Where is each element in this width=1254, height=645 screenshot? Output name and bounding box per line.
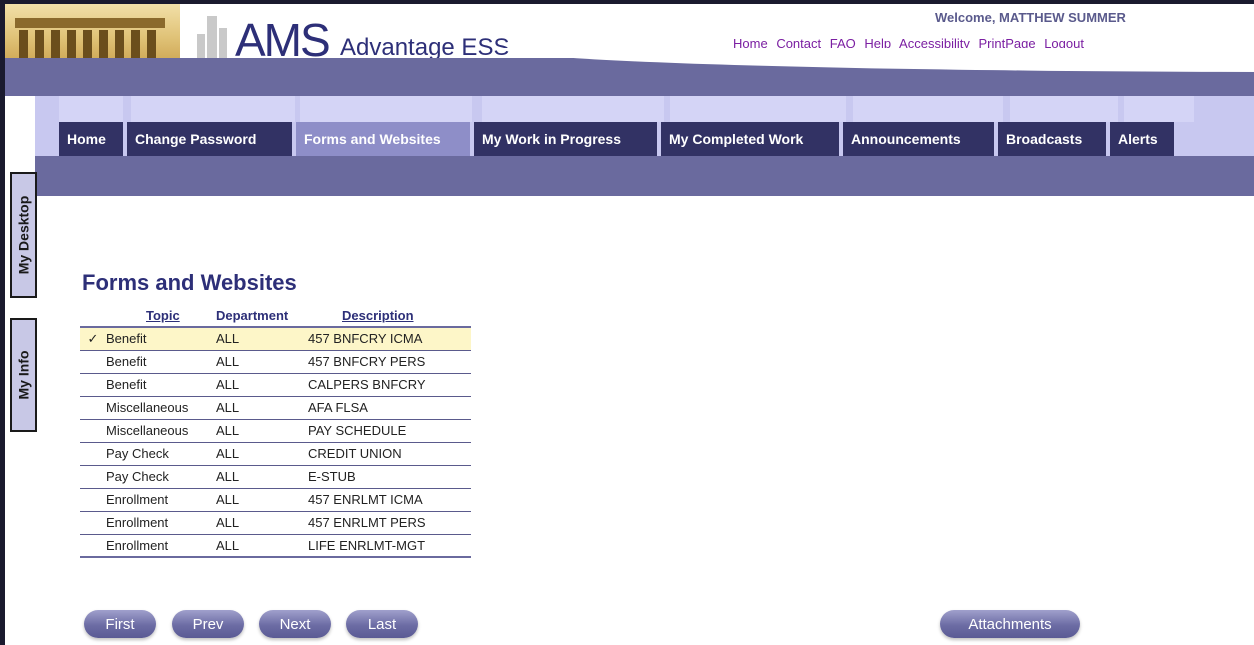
row-description: 457 ENRLMT ICMA <box>308 488 471 512</box>
row-department: ALL <box>216 511 308 535</box>
tab-broadcasts[interactable]: Broadcasts <box>998 122 1106 156</box>
tab-highlight <box>670 96 846 122</box>
welcome-message: Welcome, MATTHEW SUMMER <box>935 10 1126 25</box>
tab-highlight <box>59 96 123 122</box>
row-department: ALL <box>216 534 308 558</box>
row-topic: Benefit <box>106 350 216 374</box>
main-tabs: Home Change Password Forms and Websites … <box>59 122 1178 156</box>
last-button[interactable]: Last <box>346 610 418 638</box>
row-department: ALL <box>216 396 308 420</box>
row-department: ALL <box>216 327 308 351</box>
row-check-icon <box>80 465 106 489</box>
tab-highlight <box>1010 96 1118 122</box>
row-description: 457 BNFCRY ICMA <box>308 327 471 351</box>
row-check-icon <box>80 350 106 374</box>
topic-column-header[interactable]: Topic <box>106 305 216 327</box>
logo-ams: AMS <box>235 14 331 66</box>
row-department: ALL <box>216 442 308 466</box>
row-description: CALPERS BNFCRY <box>308 373 471 397</box>
row-topic: Benefit <box>106 373 216 397</box>
row-check-icon <box>80 511 106 535</box>
table-row[interactable]: Benefit ALL 457 BNFCRY PERS <box>80 350 471 374</box>
tab-highlight <box>482 96 664 122</box>
side-tab-my-info[interactable]: My Info <box>10 318 37 432</box>
side-tab-label: My Desktop <box>15 195 32 275</box>
tab-alerts[interactable]: Alerts <box>1110 122 1174 156</box>
row-department: ALL <box>216 419 308 443</box>
row-check-icon <box>80 373 106 397</box>
tab-highlight <box>853 96 1003 122</box>
row-check-icon <box>80 419 106 443</box>
tab-highlight <box>300 96 472 122</box>
row-description: 457 ENRLMT PERS <box>308 511 471 535</box>
tab-home[interactable]: Home <box>59 122 123 156</box>
table-row[interactable]: Miscellaneous ALL PAY SCHEDULE <box>80 419 471 443</box>
attachments-button[interactable]: Attachments <box>940 610 1080 638</box>
prev-button[interactable]: Prev <box>172 610 244 638</box>
side-tab-label: My Info <box>15 350 32 400</box>
tab-forms-and-websites[interactable]: Forms and Websites <box>296 122 470 156</box>
tab-my-completed-work[interactable]: My Completed Work <box>661 122 839 156</box>
row-topic: Enrollment <box>106 488 216 512</box>
row-description: CREDIT UNION <box>308 442 471 466</box>
row-description: 457 BNFCRY PERS <box>308 350 471 374</box>
first-button[interactable]: First <box>84 610 156 638</box>
tab-announcements[interactable]: Announcements <box>843 122 994 156</box>
row-check-icon <box>80 442 106 466</box>
forms-table: Topic Department Description ✓ Benefit ALL… <box>80 305 471 558</box>
row-description: LIFE ENRLMT-MGT <box>308 534 471 558</box>
row-department: ALL <box>216 373 308 397</box>
row-check-icon: ✓ <box>80 327 106 351</box>
department-column-header: Department <box>216 308 289 323</box>
description-column-header[interactable]: Description <box>308 305 471 327</box>
table-row[interactable]: Miscellaneous ALL AFA FLSA <box>80 396 471 420</box>
table-row[interactable]: Pay Check ALL CREDIT UNION <box>80 442 471 466</box>
row-topic: Pay Check <box>106 465 216 489</box>
table-row[interactable]: Enrollment ALL 457 ENRLMT ICMA <box>80 488 471 512</box>
tab-change-password[interactable]: Change Password <box>127 122 292 156</box>
row-topic: Enrollment <box>106 534 216 558</box>
row-check-icon <box>80 488 106 512</box>
next-button[interactable]: Next <box>259 610 331 638</box>
check-column-header <box>80 305 106 327</box>
row-check-icon <box>80 534 106 558</box>
page-title: Forms and Websites <box>82 270 297 295</box>
row-description: E-STUB <box>308 465 471 489</box>
tab-highlight <box>131 96 295 122</box>
table-header-row: Topic Department Description <box>80 305 471 327</box>
side-tab-my-desktop[interactable]: My Desktop <box>10 172 37 298</box>
row-topic: Benefit <box>106 327 216 351</box>
tab-my-work-in-progress[interactable]: My Work in Progress <box>474 122 657 156</box>
tab-content-strip <box>35 156 1254 196</box>
row-department: ALL <box>216 350 308 374</box>
row-topic: Miscellaneous <box>106 419 216 443</box>
table-row[interactable]: Enrollment ALL 457 ENRLMT PERS <box>80 511 471 535</box>
row-topic: Pay Check <box>106 442 216 466</box>
table-row[interactable]: Enrollment ALL LIFE ENRLMT-MGT <box>80 534 471 558</box>
row-description: PAY SCHEDULE <box>308 419 471 443</box>
row-department: ALL <box>216 465 308 489</box>
row-topic: Miscellaneous <box>106 396 216 420</box>
table-row[interactable]: Pay Check ALL E-STUB <box>80 465 471 489</box>
forms-table-body: ✓ Benefit ALL 457 BNFCRY ICMA Benefit ALL 457 … <box>80 327 471 558</box>
row-topic: Enrollment <box>106 511 216 535</box>
row-department: ALL <box>216 488 308 512</box>
row-description: AFA FLSA <box>308 396 471 420</box>
tab-highlight <box>1124 96 1194 122</box>
row-check-icon <box>80 396 106 420</box>
table-row[interactable]: ✓ Benefit ALL 457 BNFCRY ICMA <box>80 327 471 351</box>
table-row[interactable]: Benefit ALL CALPERS BNFCRY <box>80 373 471 397</box>
